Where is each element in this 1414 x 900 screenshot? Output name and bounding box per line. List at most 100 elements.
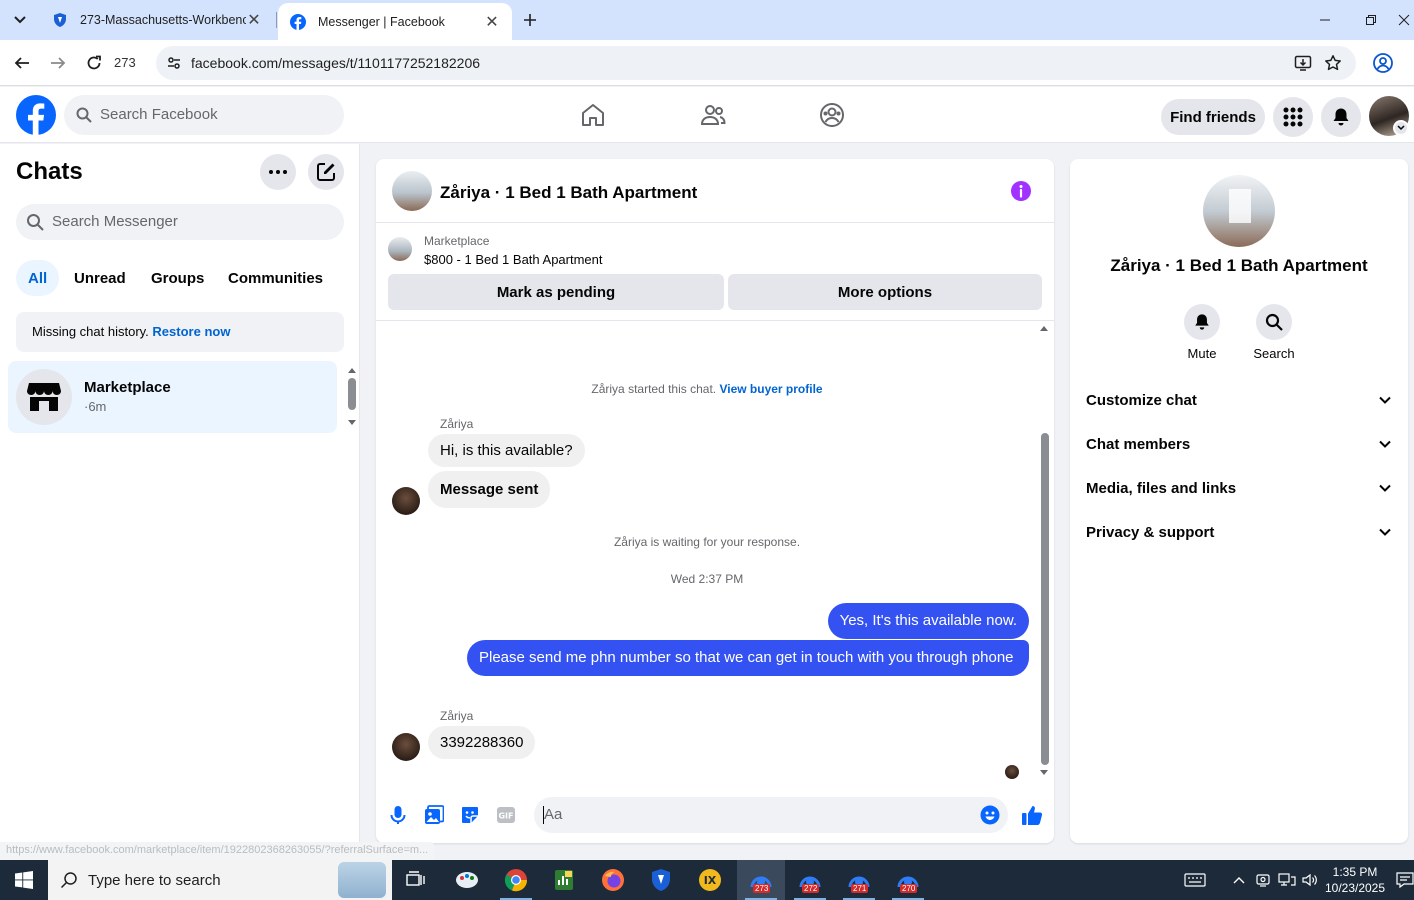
start-button[interactable] bbox=[0, 860, 48, 900]
taskbar-app-sheets[interactable] bbox=[540, 860, 588, 900]
home-nav-button[interactable] bbox=[575, 97, 611, 133]
taskbar-profile-272[interactable]: 272 bbox=[786, 860, 834, 900]
conversation-scrollbar[interactable] bbox=[1041, 433, 1049, 765]
menu-button[interactable] bbox=[1273, 97, 1313, 137]
info-icon[interactable] bbox=[1010, 180, 1032, 202]
taskbar-app-paint[interactable] bbox=[443, 860, 491, 900]
voice-clip-button[interactable] bbox=[386, 803, 410, 827]
taskbar-app-firefox[interactable] bbox=[589, 860, 637, 900]
emoji-icon[interactable] bbox=[980, 805, 1000, 825]
view-buyer-profile-link[interactable]: View buyer profile bbox=[719, 382, 822, 396]
system-clock[interactable]: 1:35 PM 10/23/2025 bbox=[1322, 864, 1388, 896]
customize-chat-row[interactable]: Customize chat bbox=[1086, 379, 1392, 423]
task-view-button[interactable] bbox=[392, 860, 440, 900]
sticker-button[interactable] bbox=[458, 803, 482, 827]
gif-button[interactable]: GIF bbox=[494, 803, 518, 827]
volume-icon[interactable] bbox=[1301, 871, 1319, 889]
reload-button[interactable] bbox=[80, 49, 108, 77]
minimize-button[interactable] bbox=[1302, 0, 1348, 40]
tab-messenger[interactable]: Messenger | Facebook ✕ bbox=[278, 3, 512, 40]
keyboard-icon[interactable] bbox=[1184, 871, 1206, 889]
conversation-avatar[interactable] bbox=[392, 171, 432, 211]
close-icon[interactable]: ✕ bbox=[246, 12, 262, 29]
conversation-header: Zåriya · 1 Bed 1 Bath Apartment bbox=[376, 159, 1054, 223]
chat-item-marketplace[interactable]: Marketplace ·6m bbox=[8, 361, 337, 433]
search-icon bbox=[27, 214, 44, 231]
search-icon bbox=[60, 872, 77, 889]
filter-communities[interactable]: Communities bbox=[216, 260, 335, 296]
taskbar-app-chrome[interactable] bbox=[492, 860, 540, 900]
install-app-icon[interactable] bbox=[1294, 54, 1312, 72]
chat-members-row[interactable]: Chat members bbox=[1086, 423, 1392, 467]
scroll-down-arrow[interactable] bbox=[347, 419, 357, 427]
like-button[interactable] bbox=[1020, 803, 1044, 827]
message-bubble-outgoing[interactable]: Yes, It's this available now. bbox=[827, 603, 1029, 639]
extension-label[interactable]: 273 bbox=[114, 55, 136, 70]
attach-photo-button[interactable] bbox=[422, 803, 446, 827]
notification-center-icon[interactable] bbox=[1396, 871, 1414, 889]
address-bar[interactable]: facebook.com/messages/t/1101177252182206 bbox=[156, 46, 1356, 80]
chevron-down-icon bbox=[1379, 396, 1391, 404]
bookmark-star-icon[interactable] bbox=[1324, 54, 1342, 72]
mute-button[interactable]: Mute bbox=[1172, 304, 1232, 361]
tab-search-button[interactable] bbox=[6, 6, 34, 34]
privacy-support-row[interactable]: Privacy & support bbox=[1086, 511, 1392, 555]
close-icon[interactable]: ✕ bbox=[484, 14, 500, 31]
facebook-logo[interactable] bbox=[16, 95, 56, 135]
scroll-down-arrow[interactable] bbox=[1039, 769, 1049, 777]
find-friends-button[interactable]: Find friends bbox=[1161, 99, 1265, 135]
message-bubble-incoming[interactable]: 3392288360 bbox=[428, 726, 536, 759]
message-input[interactable]: Aa bbox=[534, 797, 1008, 833]
back-button[interactable] bbox=[8, 49, 36, 77]
scroll-up-arrow[interactable] bbox=[347, 366, 357, 374]
filter-groups[interactable]: Groups bbox=[139, 260, 216, 296]
sender-avatar[interactable] bbox=[392, 487, 420, 515]
taskbar-app-shield-browser[interactable] bbox=[637, 860, 685, 900]
site-info-icon[interactable] bbox=[164, 53, 184, 73]
close-window-button[interactable] bbox=[1394, 0, 1414, 40]
message-bubble-incoming[interactable]: Hi, is this available? bbox=[428, 434, 585, 467]
chevron-up-icon[interactable] bbox=[1230, 871, 1248, 889]
facebook-search-input[interactable]: Search Facebook bbox=[64, 95, 344, 135]
conversation-title[interactable]: Zåriya · 1 Bed 1 Bath Apartment bbox=[440, 183, 697, 203]
friends-nav-button[interactable] bbox=[695, 97, 731, 133]
new-message-button[interactable] bbox=[308, 154, 344, 190]
restore-text: Missing chat history. bbox=[32, 324, 149, 339]
restore-button[interactable] bbox=[1348, 0, 1394, 40]
filter-all[interactable]: All bbox=[16, 260, 60, 296]
taskbar-app-ix[interactable]: IX bbox=[686, 860, 734, 900]
taskbar-profile-270[interactable]: 270 bbox=[884, 860, 932, 900]
groups-nav-button[interactable] bbox=[814, 97, 850, 133]
media-files-links-row[interactable]: Media, files and links bbox=[1086, 467, 1392, 511]
chat-options-button[interactable] bbox=[260, 154, 296, 190]
sender-avatar[interactable] bbox=[392, 733, 420, 761]
taskbar-profile-271[interactable]: 271 bbox=[835, 860, 883, 900]
listing-price-title[interactable]: $800 - 1 Bed 1 Bath Apartment bbox=[424, 252, 603, 267]
bell-icon bbox=[1195, 314, 1209, 330]
listing-thumbnail[interactable] bbox=[388, 237, 412, 261]
notifications-button[interactable] bbox=[1321, 97, 1361, 137]
scroll-up-arrow[interactable] bbox=[1039, 324, 1049, 332]
camera-icon[interactable] bbox=[1254, 871, 1272, 889]
url-text[interactable]: facebook.com/messages/t/1101177252182206 bbox=[191, 55, 480, 71]
clock-time: 1:35 PM bbox=[1332, 865, 1378, 879]
message-bubble-incoming[interactable]: Message sent bbox=[428, 471, 551, 508]
network-icon[interactable] bbox=[1278, 871, 1296, 889]
new-tab-button[interactable] bbox=[518, 8, 542, 32]
messenger-search-input[interactable]: Search Messenger bbox=[16, 204, 344, 240]
mark-as-pending-button[interactable]: Mark as pending bbox=[388, 274, 724, 310]
chevron-down-icon[interactable] bbox=[1393, 120, 1409, 136]
friends-icon bbox=[700, 105, 726, 125]
tab-workbench[interactable]: 273-Massachusetts-Workbench ✕ bbox=[40, 3, 274, 37]
conversation-large-avatar[interactable] bbox=[1203, 175, 1275, 247]
taskbar-profile-273[interactable]: 273 bbox=[737, 860, 785, 900]
restore-now-link[interactable]: Restore now bbox=[152, 324, 230, 339]
browser-profile-button[interactable] bbox=[1372, 52, 1394, 74]
taskbar-search-input[interactable]: Type here to search bbox=[48, 860, 392, 900]
filter-unread[interactable]: Unread bbox=[62, 260, 138, 296]
search-in-conversation-button[interactable]: Search bbox=[1244, 304, 1304, 361]
message-bubble-outgoing[interactable]: Please send me phn number so that we can… bbox=[467, 640, 1029, 676]
forward-button[interactable] bbox=[44, 49, 72, 77]
sidebar-scrollbar[interactable] bbox=[348, 378, 356, 410]
more-options-button[interactable]: More options bbox=[728, 274, 1042, 310]
